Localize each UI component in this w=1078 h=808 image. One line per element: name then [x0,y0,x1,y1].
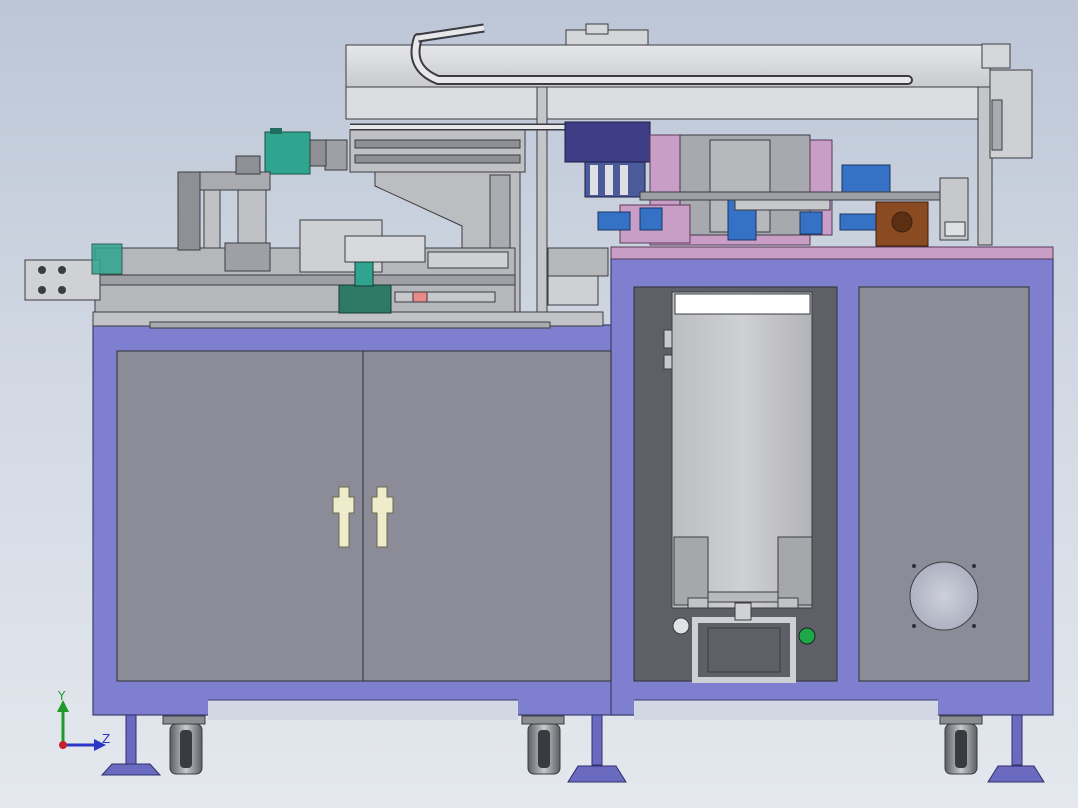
fan-vent [909,561,979,631]
right-worktop-plate [610,246,1054,260]
navy-drive-block [564,121,651,198]
y-axis-label: Y [57,689,66,703]
leveling-foot-left [100,714,162,776]
gripper-block [547,247,609,306]
right-side-bracket [939,177,969,241]
leveling-foot-right [987,714,1045,783]
left-door[interactable] [116,350,364,682]
leveling-foot-middle [567,714,627,783]
machine-drawing: Y Z [24,23,1054,783]
z-axis-label: Z [102,732,110,746]
servo-motor [264,128,327,175]
right-door[interactable] [362,350,612,682]
caster-middle [521,715,565,775]
foot-pedal-knob[interactable] [672,617,690,635]
cad-viewport[interactable]: Y Z [0,0,1078,808]
caster-right [939,715,983,775]
green-indicator-button[interactable] [798,627,816,645]
caster-left [162,715,206,775]
stepper-motor [875,201,929,247]
linear-slide-module [324,129,526,173]
casters [100,714,1045,783]
